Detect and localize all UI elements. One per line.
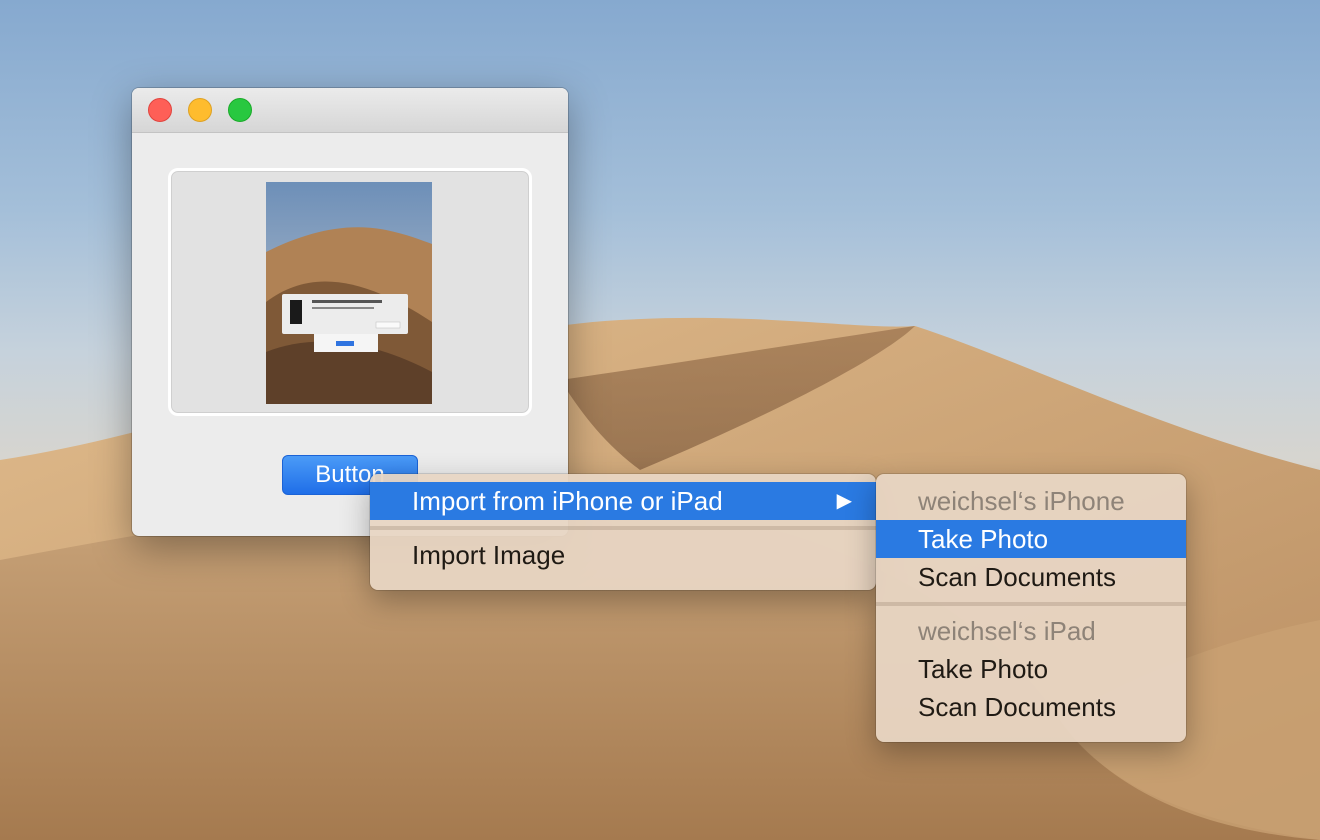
menu-item-label: Import from iPhone or iPad xyxy=(412,486,723,516)
app-window: Button xyxy=(132,88,568,536)
menu-item-import-image[interactable]: Import Image xyxy=(370,536,876,574)
desktop-wallpaper: Button Import from iPhone or iPad ▶ Impo… xyxy=(0,0,1320,840)
submenu-header-ipad: weichsel‘s iPad xyxy=(918,616,1096,646)
chevron-right-icon: ▶ xyxy=(836,490,852,512)
menu-separator xyxy=(370,526,876,530)
submenu-item-ipad-scan-documents[interactable]: Scan Documents xyxy=(876,688,1186,726)
menu-item-label: Import Image xyxy=(412,540,566,570)
minimize-window-button[interactable] xyxy=(188,98,212,122)
close-window-button[interactable] xyxy=(148,98,172,122)
menu-item-import-from-device[interactable]: Import from iPhone or iPad ▶ xyxy=(370,482,876,520)
submenu-item-iphone-take-photo[interactable]: Take Photo xyxy=(876,520,1186,558)
imported-photo xyxy=(266,182,432,404)
menu-separator xyxy=(876,602,1186,606)
submenu-item-iphone-scan-documents[interactable]: Scan Documents xyxy=(876,558,1186,596)
submenu-header-iphone: weichsel‘s iPhone xyxy=(918,486,1125,516)
device-submenu: weichsel‘s iPhone Take Photo Scan Docume… xyxy=(876,474,1186,742)
submenu-item-ipad-take-photo[interactable]: Take Photo xyxy=(876,650,1186,688)
title-bar[interactable] xyxy=(132,88,568,133)
context-menu: Import from iPhone or iPad ▶ Import Imag… xyxy=(370,474,876,590)
zoom-window-button[interactable] xyxy=(228,98,252,122)
